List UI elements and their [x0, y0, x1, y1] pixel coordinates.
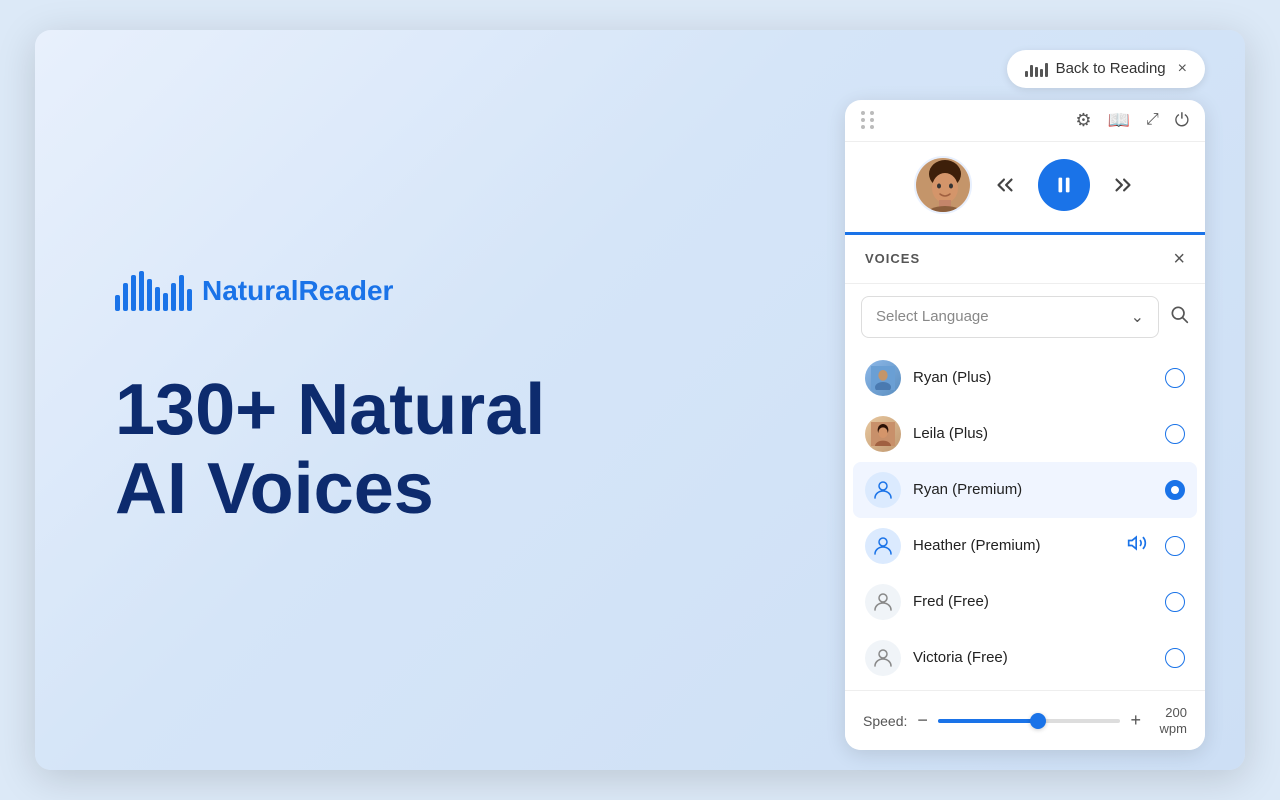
d6 — [870, 125, 874, 129]
w4 — [1040, 69, 1043, 77]
w3 — [1035, 67, 1038, 77]
bookmark-icon[interactable]: 📖 — [1108, 110, 1130, 131]
logo-waves-icon — [115, 271, 192, 311]
voices-title: VOICES — [865, 251, 920, 266]
speed-label: Speed: — [863, 713, 907, 729]
list-item[interactable]: Ryan (Plus) — [853, 350, 1197, 406]
speed-number: 200 — [1165, 705, 1187, 720]
voices-panel: VOICES × Select Language ⌄ — [845, 235, 1205, 750]
voice-name-ryan-plus: Ryan (Plus) — [913, 369, 1153, 386]
speed-value: 200 wpm — [1151, 705, 1187, 736]
drag-handle — [861, 111, 876, 129]
voice-avatar-leila-plus — [865, 416, 901, 452]
w1 — [1025, 71, 1028, 77]
voice-avatar-fred-free — [865, 584, 901, 620]
rewind-button[interactable] — [992, 172, 1018, 198]
voice-avatar-victoria-free — [865, 640, 901, 676]
wave-bar-4 — [139, 271, 144, 311]
speed-control: Speed: − + 200 wpm — [845, 690, 1205, 750]
list-item[interactable]: Leila (Plus) — [853, 406, 1197, 462]
left-content: NaturalReader 130+ NaturalAI Voices — [35, 211, 825, 589]
voices-close-button[interactable]: × — [1173, 249, 1185, 269]
language-dropdown-placeholder: Select Language — [876, 308, 989, 325]
d2 — [870, 111, 874, 115]
logo-text: NaturalReader — [202, 275, 393, 307]
settings-icon[interactable]: ⚙ — [1075, 110, 1091, 131]
player-controls — [845, 142, 1205, 235]
app-window: NaturalReader 130+ NaturalAI Voices Back… — [35, 30, 1245, 770]
chevron-down-icon: ⌄ — [1131, 307, 1144, 327]
wave-bar-5 — [147, 279, 152, 311]
wave-bar-8 — [171, 283, 176, 311]
list-item[interactable]: Fred (Free) — [853, 574, 1197, 630]
player-topbar: ⚙ 📖 ⤢ ⏻ — [845, 100, 1205, 142]
voice-radio-heather-premium[interactable] — [1165, 536, 1185, 556]
wave-bar-3 — [131, 275, 136, 311]
wave-bar-7 — [163, 293, 168, 311]
d5 — [861, 125, 865, 129]
voice-name-fred-free: Fred (Free) — [913, 593, 1153, 610]
speed-unit: wpm — [1160, 721, 1187, 736]
speaker-icon — [1127, 533, 1147, 558]
logo-area: NaturalReader — [115, 271, 393, 311]
player-widget: ⚙ 📖 ⤢ ⏻ — [845, 100, 1205, 750]
back-close-icon[interactable]: × — [1178, 60, 1187, 78]
d3 — [861, 118, 865, 122]
voice-radio-ryan-premium[interactable] — [1165, 480, 1185, 500]
language-select-row: Select Language ⌄ — [845, 284, 1205, 350]
power-icon[interactable]: ⏻ — [1175, 110, 1189, 131]
voice-name-victoria-free: Victoria (Free) — [913, 649, 1153, 666]
wave-bar-6 — [155, 287, 160, 311]
search-icon[interactable] — [1169, 304, 1189, 330]
voice-avatar-ryan-premium — [865, 472, 901, 508]
pause-button[interactable] — [1038, 159, 1090, 211]
voice-radio-ryan-plus[interactable] — [1165, 368, 1185, 388]
voice-name-heather-premium: Heather (Premium) — [913, 537, 1115, 554]
voice-name-ryan-premium: Ryan (Premium) — [913, 481, 1153, 498]
list-item[interactable]: Ryan (Premium) — [853, 462, 1197, 518]
voice-avatar-ryan-plus — [865, 360, 901, 396]
forward-button[interactable] — [1110, 172, 1136, 198]
hero-title: 130+ NaturalAI Voices — [115, 371, 545, 529]
voice-radio-leila-plus[interactable] — [1165, 424, 1185, 444]
voice-avatar-player — [914, 156, 972, 214]
w5 — [1045, 63, 1048, 77]
topbar-icons: ⚙ 📖 ⤢ ⏻ — [1075, 110, 1189, 131]
waves-icon — [1025, 61, 1048, 77]
wave-bar-9 — [179, 275, 184, 311]
d4 — [870, 118, 874, 122]
speed-plus-button[interactable]: + — [1130, 710, 1141, 731]
voice-radio-fred-free[interactable] — [1165, 592, 1185, 612]
speed-track-fill — [938, 719, 1038, 723]
voice-name-leila-plus: Leila (Plus) — [913, 425, 1153, 442]
wave-bar-1 — [115, 295, 120, 311]
w2 — [1030, 65, 1033, 77]
expand-icon[interactable]: ⤢ — [1146, 111, 1159, 129]
speed-minus-button[interactable]: − — [917, 710, 928, 731]
language-dropdown[interactable]: Select Language ⌄ — [861, 296, 1159, 338]
voice-list: Ryan (Plus) Leila — [845, 350, 1205, 686]
wave-bar-2 — [123, 283, 128, 311]
voices-header: VOICES × — [845, 235, 1205, 284]
d1 — [861, 111, 865, 115]
list-item[interactable]: Victoria (Free) — [853, 630, 1197, 686]
list-item[interactable]: Heather (Premium) — [853, 518, 1197, 574]
speed-thumb[interactable] — [1030, 713, 1046, 729]
back-to-reading-button[interactable]: Back to Reading × — [1007, 50, 1205, 88]
speed-slider[interactable] — [938, 719, 1121, 723]
voice-avatar-heather-premium — [865, 528, 901, 564]
right-panel: Back to Reading × ⚙ 📖 ⤢ ⏻ — [825, 50, 1205, 750]
back-to-reading-label: Back to Reading — [1056, 60, 1166, 77]
wave-bar-10 — [187, 289, 192, 311]
voice-radio-victoria-free[interactable] — [1165, 648, 1185, 668]
